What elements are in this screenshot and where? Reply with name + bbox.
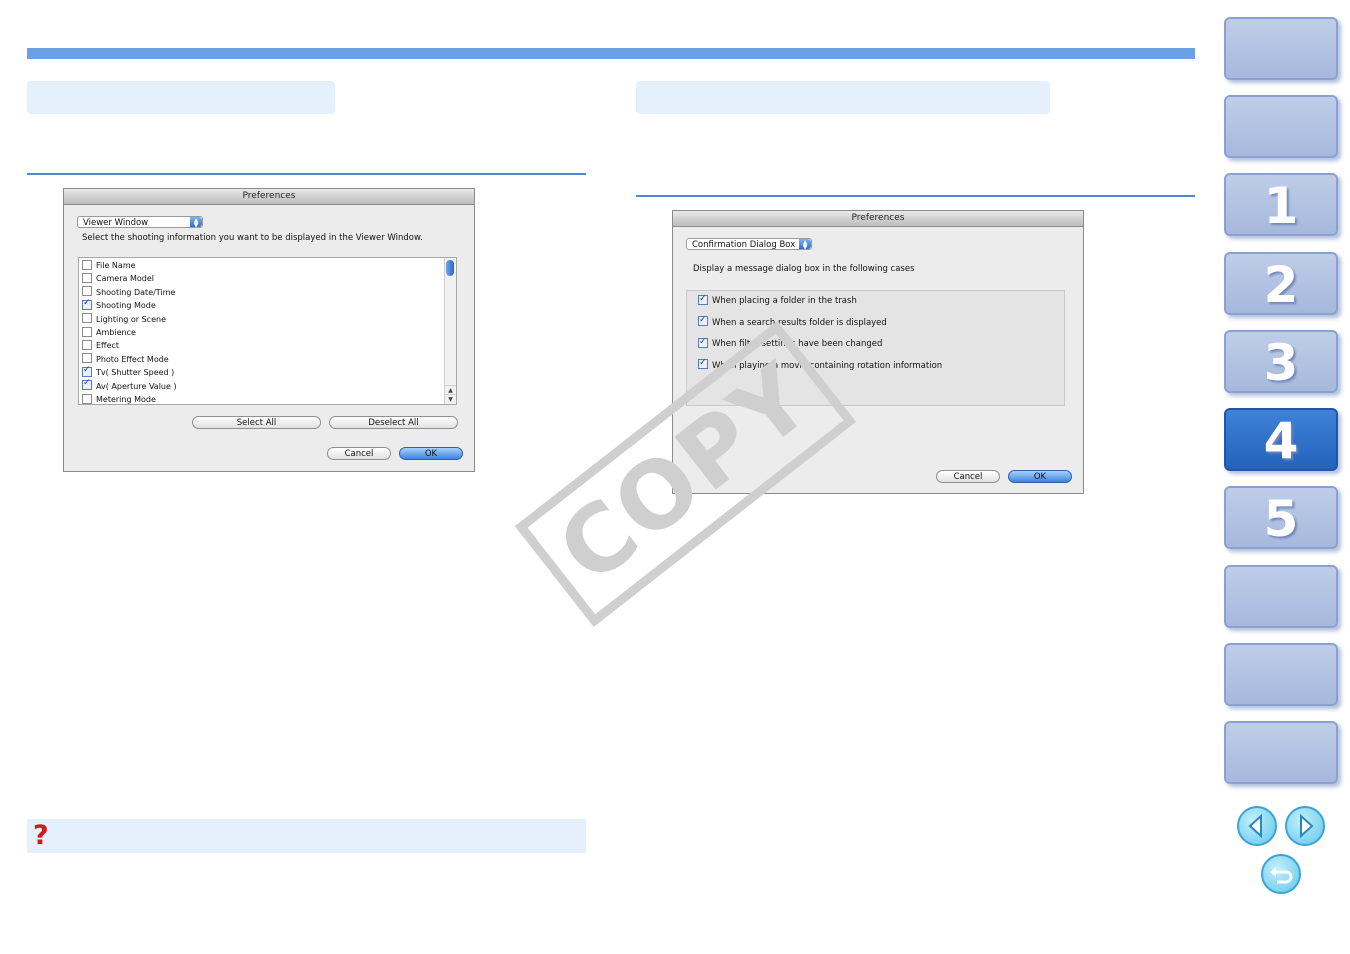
shooting-info-list[interactable]: File Name Camera Model Shooting Date/Time S… [78,257,457,405]
list-item[interactable]: Tv( Shutter Speed ) [82,364,175,379]
list-item[interactable]: Metering Mode [82,393,156,404]
checkbox[interactable] [698,356,708,370]
dialog-title: Preferences [64,189,474,205]
nav-tab-1[interactable]: 1 [1224,173,1338,236]
list-item[interactable]: Effect [82,339,119,352]
ok-button[interactable]: OK [1008,470,1072,483]
list-item[interactable]: Av( Aperture Value ) [82,377,177,393]
list-item-label: Lighting or Scene [96,314,166,324]
list-item-label: Shooting Mode [96,301,156,311]
right-section-rule [636,195,1195,197]
list-item[interactable]: Shooting Mode [82,297,156,312]
nav-tab[interactable] [1224,17,1338,80]
top-header-bar [27,48,1195,59]
checkbox[interactable] [698,313,708,327]
list-scrollbar[interactable]: ▲ ▼ [444,258,456,404]
prev-page-icon[interactable] [1237,806,1277,846]
confirmation-option[interactable]: When placing a folder in the trash [698,292,857,308]
cancel-button[interactable]: Cancel [936,470,1000,483]
checkbox[interactable] [82,353,92,364]
popup-value: Confirmation Dialog Box [692,240,796,250]
nav-tab-5[interactable]: 5 [1224,486,1338,549]
option-label: When a search results folder is displaye… [712,317,887,328]
nav-tab[interactable] [1224,565,1338,628]
checkbox[interactable] [82,339,92,350]
confirmation-option[interactable]: When a search results folder is displaye… [698,313,887,330]
list-item[interactable]: Photo Effect Mode [82,353,169,366]
nav-tab[interactable] [1224,95,1338,158]
checkbox[interactable] [82,272,92,283]
list-item-label: Metering Mode [96,395,156,404]
list-item[interactable]: File Name [82,259,136,272]
nav-tab-number: 2 [1263,256,1299,314]
help-bar: ? [27,819,586,853]
dialog-title: Preferences [673,211,1083,227]
list-item-label: Effect [96,341,120,351]
list-item[interactable]: Camera Model [82,272,154,285]
list-item-label: Camera Model [96,274,154,284]
scrollbar-thumb[interactable] [446,260,454,276]
left-section-rule [27,173,586,175]
list-item-label: Photo Effect Mode [96,354,169,364]
left-section-heading [27,81,335,114]
nav-tab-number: 5 [1263,490,1299,548]
list-item[interactable]: Shooting Date/Time [82,286,175,299]
list-item[interactable]: Ambience [82,326,136,339]
confirmation-dialog-popup[interactable]: Confirmation Dialog Box ▲ ▼ [686,238,812,251]
select-all-button[interactable]: Select All [192,416,321,429]
nav-tab-2[interactable]: 2 [1224,252,1338,315]
nav-tab[interactable] [1224,643,1338,706]
list-item-label: File Name [96,261,136,270]
list-item-label: Ambience [96,328,136,337]
list-item-label: Tv( Shutter Speed ) [96,368,175,378]
dialog-instruction: Select the shooting information you want… [82,233,423,243]
checkbox[interactable] [82,377,92,391]
checkbox[interactable] [698,292,708,306]
nav-tab-number: 1 [1263,177,1299,235]
checkbox[interactable] [82,297,92,310]
checkbox[interactable] [82,286,92,297]
nav-tab-number: 4 [1263,412,1299,470]
checkbox[interactable] [82,259,92,270]
next-page-icon[interactable] [1285,806,1325,846]
list-item[interactable]: Lighting or Scene [82,313,166,326]
checkbox[interactable] [82,364,92,377]
nav-tab-number: 3 [1263,334,1299,392]
option-label: When placing a folder in the trash [712,296,857,306]
checkbox[interactable] [82,326,92,337]
popup-arrows-icon: ▲ ▼ [799,239,811,251]
checkbox[interactable] [698,335,708,349]
help-question-icon: ? [33,820,49,851]
nav-tab-4[interactable]: 4 [1224,408,1338,471]
right-section-heading [636,81,1050,114]
viewer-window-popup[interactable]: Viewer Window ▲ ▼ [77,216,203,229]
dialog-instruction: Display a message dialog box in the foll… [693,264,915,274]
list-item-label: Av( Aperture Value ) [96,381,177,391]
deselect-all-button[interactable]: Deselect All [329,416,458,429]
nav-tab-3[interactable]: 3 [1224,330,1338,393]
nav-tab[interactable] [1224,721,1338,784]
checkbox[interactable] [82,393,92,404]
preferences-dialog-viewer: Preferences Viewer Window ▲ ▼ Select the … [63,188,475,472]
checkbox[interactable] [82,313,92,324]
popup-value: Viewer Window [83,218,149,228]
scroll-down-icon[interactable]: ▼ [445,394,456,404]
cancel-button[interactable]: Cancel [327,447,391,460]
ok-button[interactable]: OK [399,447,463,460]
popup-arrows-icon: ▲ ▼ [190,217,202,229]
return-icon[interactable] [1261,854,1301,894]
list-item-label: Shooting Date/Time [96,287,176,297]
